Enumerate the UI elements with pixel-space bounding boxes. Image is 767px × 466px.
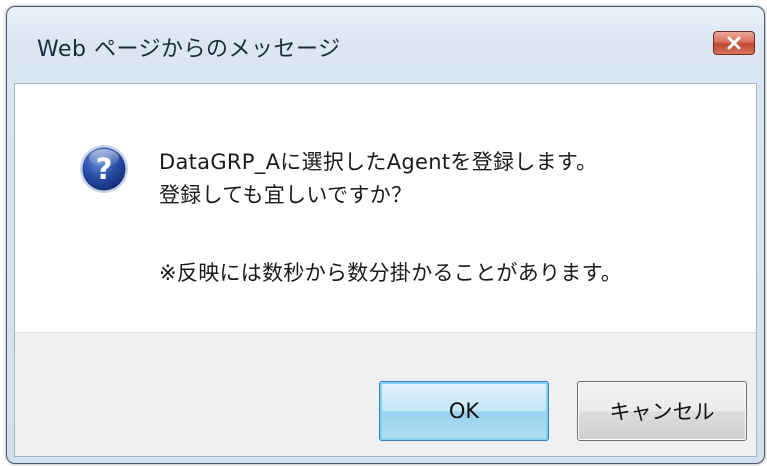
- message-line-2: 登録しても宜しいですか？: [159, 183, 413, 207]
- dialog-title: Web ページからのメッセージ: [37, 37, 341, 62]
- close-icon: [727, 36, 741, 50]
- message-dialog: Web ページからのメッセージ ? DataGRP_Aに選択したAgentを登録…: [6, 6, 765, 464]
- title-bar[interactable]: Web ページからのメッセージ: [7, 7, 764, 85]
- ok-button[interactable]: OK: [379, 381, 549, 441]
- message-area: ? DataGRP_Aに選択したAgentを登録します。 登録しても宜しいですか…: [15, 84, 756, 332]
- message-note: ※反映には数秒から数分掛かることがあります。: [159, 261, 623, 285]
- button-bar: OK キャンセル: [15, 332, 756, 456]
- close-button[interactable]: [713, 31, 755, 55]
- dialog-client-area: ? DataGRP_Aに選択したAgentを登録します。 登録しても宜しいですか…: [14, 83, 757, 457]
- message-line-1: DataGRP_Aに選択したAgentを登録します。: [159, 150, 598, 174]
- question-icon: ?: [80, 145, 128, 193]
- svg-text:?: ?: [96, 152, 113, 186]
- cancel-button[interactable]: キャンセル: [577, 381, 747, 441]
